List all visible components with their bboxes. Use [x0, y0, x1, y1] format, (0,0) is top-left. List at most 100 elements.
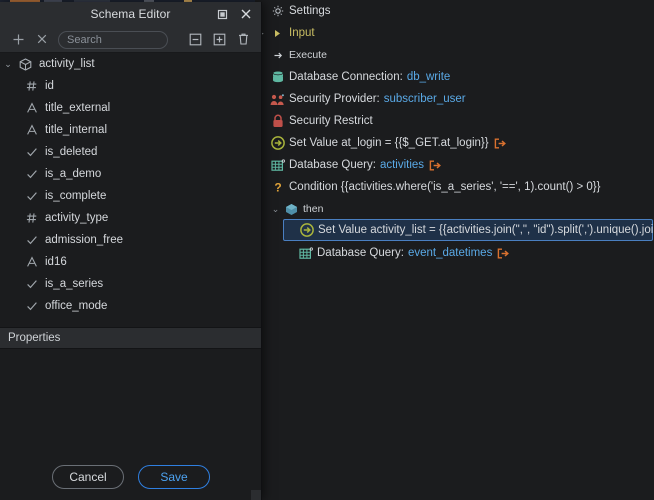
flow-row-selected[interactable]: Set Value activity_list = {{activities.j…: [283, 219, 654, 241]
flow-row-label: Security Restrict: [289, 115, 373, 127]
properties-body: [0, 349, 261, 471]
cancel-button[interactable]: Cancel: [52, 465, 124, 489]
schema-tree[interactable]: ⌄ activity_listid title_external title_inte…: [0, 53, 261, 327]
tree-field-row[interactable]: admission_free: [0, 229, 261, 251]
go-to-icon[interactable]: [494, 138, 506, 149]
flow-row[interactable]: Execute: [255, 44, 327, 66]
boolean-field-icon: [22, 234, 41, 246]
properties-header: Properties: [0, 327, 261, 349]
flow-row[interactable]: Security Restrict: [255, 110, 373, 132]
chevron-icon[interactable]: ⌄: [269, 204, 282, 214]
plus-icon: [13, 34, 23, 44]
flow-row-label: Database Connection:: [289, 71, 403, 83]
boolean-field-icon: [22, 278, 41, 290]
remove-field-button[interactable]: [30, 28, 54, 50]
tree-field-label: activity_type: [45, 212, 109, 224]
flow-row[interactable]: Settings: [255, 0, 331, 22]
flow-row-label: Database Query:: [289, 159, 376, 171]
window-footer: Cancel Save: [0, 454, 261, 500]
tree-field-row[interactable]: id: [0, 75, 261, 97]
tree-field-label: is_deleted: [45, 146, 98, 158]
tree-field-row[interactable]: is_a_series: [0, 273, 261, 295]
window-title: Schema Editor: [90, 7, 171, 21]
flow-row-label: Execute: [289, 49, 327, 61]
collapse-all-button[interactable]: [183, 28, 207, 50]
delete-button[interactable]: [231, 28, 255, 50]
window-titlebar[interactable]: Schema Editor: [0, 2, 261, 26]
tree-field-label: admission_free: [45, 234, 123, 246]
tree-field-row[interactable]: id16: [0, 251, 261, 273]
boolean-field-icon: [22, 146, 41, 158]
maximize-button[interactable]: [211, 3, 233, 25]
table-query-icon: [296, 246, 315, 260]
go-to-icon[interactable]: [429, 160, 441, 171]
tree-field-row[interactable]: title_internal: [0, 119, 261, 141]
screen: Settings ▸Input Execute Database Connection…: [0, 0, 654, 500]
set-value-icon: [268, 136, 287, 150]
tree-field-row[interactable]: is_complete: [0, 185, 261, 207]
tree-field-label: is_complete: [45, 190, 107, 202]
text-field-icon: [22, 124, 41, 136]
tree-root-row[interactable]: ⌄ activity_list: [0, 53, 261, 75]
close-button[interactable]: [235, 3, 257, 25]
tree-field-row[interactable]: office_mode: [0, 295, 261, 317]
tree-field-label: is_a_demo: [45, 168, 102, 180]
table-query-icon: [268, 158, 287, 172]
flow-row[interactable]: Database Query: event_datetimes: [283, 242, 510, 264]
save-button[interactable]: Save: [138, 465, 210, 489]
tree-field-label: title_external: [45, 102, 111, 114]
gear-icon: [268, 5, 287, 17]
question-icon: ?: [268, 180, 287, 194]
flow-row-label: Settings: [289, 5, 331, 17]
tree-field-label: is_a_series: [45, 278, 104, 290]
close-icon: [241, 9, 251, 19]
flow-logic-panel: Settings ▸Input Execute Database Connection…: [255, 0, 654, 500]
tree-field-row[interactable]: is_a_demo: [0, 163, 261, 185]
text-field-icon: [22, 102, 41, 114]
properties-header-label: Properties: [8, 332, 61, 344]
flow-row[interactable]: Database Query: activities: [255, 154, 441, 176]
flow-row-label: Set Value activity_list = {{activities.j…: [318, 224, 654, 236]
tree-field-label: id16: [45, 256, 67, 268]
maximize-icon: [217, 9, 227, 19]
tree-field-row[interactable]: is_deleted: [0, 141, 261, 163]
boolean-field-icon: [22, 168, 41, 180]
flow-row[interactable]: Set Value at_login = {{$_GET.at_login}}: [255, 132, 506, 154]
arrow-right-small-icon: [268, 28, 287, 39]
svg-text:?: ?: [274, 180, 281, 194]
cube-icon: [16, 57, 35, 71]
flow-row-label: Set Value at_login = {{$_GET.at_login}}: [289, 137, 489, 149]
scroll-corner: [251, 490, 261, 500]
x-icon: [37, 34, 47, 44]
add-field-button[interactable]: [6, 28, 30, 50]
flow-row[interactable]: Database Connection: db_write: [255, 66, 450, 88]
flow-row-value: activities: [379, 159, 425, 171]
database-icon: [268, 70, 287, 84]
expand-all-button[interactable]: [207, 28, 231, 50]
search-container: [58, 30, 168, 49]
trash-icon: [238, 33, 248, 45]
tree-field-label: office_mode: [45, 300, 108, 312]
flow-row-label: Database Query:: [317, 247, 404, 259]
flow-row[interactable]: ⌄ then: [269, 198, 324, 220]
expand-all-icon: [213, 33, 225, 45]
branch-icon: [282, 203, 301, 216]
chevron-down-icon[interactable]: ⌄: [0, 59, 16, 70]
toolbar-right-actions: [183, 28, 255, 50]
go-to-icon[interactable]: [497, 248, 510, 259]
play-icon: [268, 50, 287, 61]
flow-row-value: event_datetimes: [407, 247, 493, 259]
flow-row[interactable]: ? Condition {{activities.where('is_a_seri…: [255, 176, 601, 198]
flow-row-label: Condition {{activities.where('is_a_serie…: [289, 181, 601, 193]
boolean-field-icon: [22, 190, 41, 202]
tree-field-label: id: [45, 80, 54, 92]
flow-row-value: subscriber_user: [383, 93, 466, 105]
flow-row[interactable]: ▸Input: [255, 22, 314, 44]
set-value-icon: [297, 223, 316, 237]
tree-field-label: title_internal: [45, 124, 108, 136]
flow-row[interactable]: Security Provider: subscriber_user: [255, 88, 466, 110]
tree-field-row[interactable]: title_external: [0, 97, 261, 119]
search-input[interactable]: [58, 30, 168, 49]
tree-root-label: activity_list: [39, 58, 95, 70]
tree-field-row[interactable]: activity_type: [0, 207, 261, 229]
